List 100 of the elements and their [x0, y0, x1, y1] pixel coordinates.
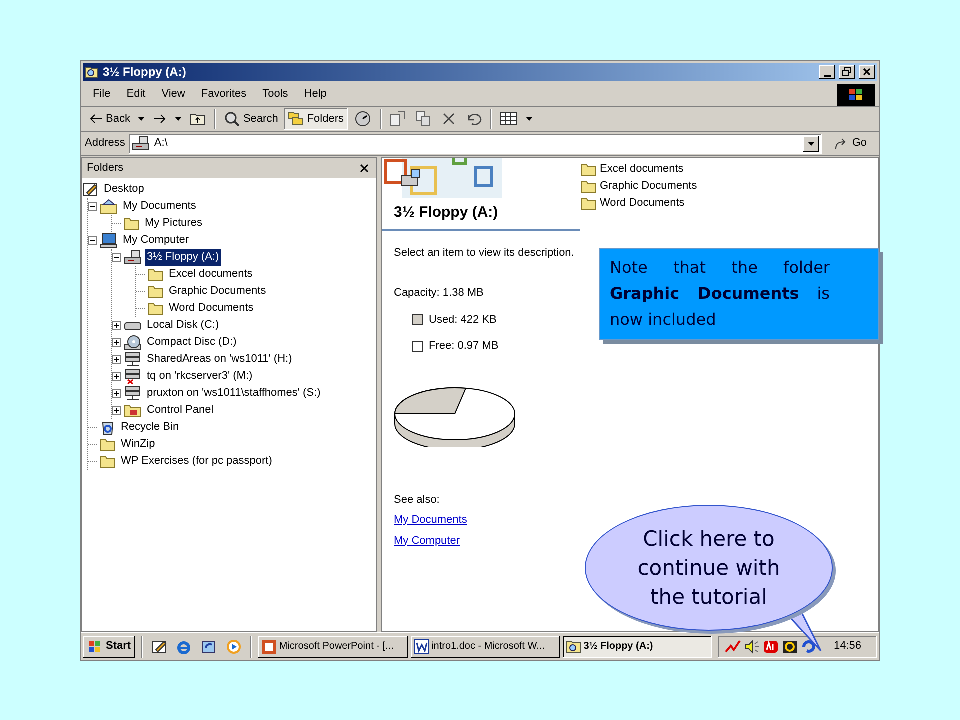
legend-label: Used: 422 KB: [429, 312, 497, 328]
go-button[interactable]: Go: [826, 134, 875, 154]
show-desktop-icon: [152, 638, 168, 654]
delete-icon: [442, 112, 456, 126]
collapse-toggle[interactable]: [88, 202, 97, 211]
restore-icon: [841, 66, 853, 78]
menu-item[interactable]: Edit: [118, 86, 154, 103]
network-drive-icon: [124, 386, 142, 402]
expand-toggle[interactable]: [112, 389, 121, 398]
address-field[interactable]: A:\: [129, 134, 822, 154]
caret-icon: [175, 117, 182, 121]
collapse-toggle[interactable]: [112, 253, 121, 262]
close-button[interactable]: [859, 65, 875, 79]
folder-icon: [124, 216, 140, 230]
link[interactable]: My Computer: [394, 534, 460, 546]
search-icon: [224, 111, 240, 127]
window-title: 3½ Floppy (A:): [103, 64, 186, 81]
expand-toggle[interactable]: [112, 321, 121, 330]
menu-item[interactable]: Tools: [254, 86, 296, 103]
folder-icon: [566, 638, 582, 654]
see-also-label: See also:: [393, 492, 441, 508]
tree-item[interactable]: Local Disk (C:): [145, 317, 222, 334]
caret-icon: [808, 142, 815, 146]
capacity-text: Capacity: 1.38 MB: [393, 286, 485, 301]
browser-icon: [176, 638, 192, 654]
clock: 14:56: [834, 639, 863, 654]
taskbar-button[interactable]: intro1.doc - Microsoft W...: [410, 636, 560, 658]
back-arrow-icon: [89, 114, 103, 124]
taskbar-button[interactable]: Microsoft PowerPoint - [...: [258, 636, 408, 658]
expand-toggle[interactable]: [112, 338, 121, 347]
folder-icon: [581, 196, 597, 210]
tree-item[interactable]: My Pictures: [143, 215, 204, 232]
menu-item[interactable]: Favorites: [193, 86, 255, 103]
explorer-icon: [85, 65, 99, 79]
up-folder-icon: [190, 112, 206, 126]
folder-icon: [581, 162, 597, 176]
link[interactable]: My Documents: [394, 514, 468, 526]
tree-item[interactable]: pruxton on 'ws1011\staffhomes' (S:): [145, 385, 323, 402]
tree-item[interactable]: My Documents: [121, 198, 198, 215]
display-adapter-icon[interactable]: [762, 638, 779, 654]
undo-icon: [466, 112, 482, 126]
caret-icon: [526, 117, 534, 121]
expand-toggle[interactable]: [112, 372, 121, 381]
minimize-button[interactable]: [819, 65, 835, 79]
tree-item[interactable]: Compact Disc (D:): [145, 334, 239, 351]
house-folder-icon: [100, 198, 118, 214]
disconnected-drive-icon: [124, 368, 142, 384]
tree-item[interactable]: Word Documents: [167, 300, 256, 317]
tree-item[interactable]: WP Exercises (for pc passport): [119, 453, 274, 470]
floppy-drive-icon: [124, 250, 142, 266]
tree-item[interactable]: Desktop: [102, 181, 146, 198]
folders-icon: [288, 112, 304, 126]
caret-icon: [138, 117, 146, 121]
tree-item[interactable]: 3½ Floppy (A:): [145, 249, 222, 266]
tree-item[interactable]: Excel documents: [167, 266, 255, 283]
dropdown-button[interactable]: [803, 136, 820, 152]
toolbar-button[interactable]: Back: [85, 108, 134, 130]
menu-item[interactable]: Help: [296, 86, 335, 103]
expand-toggle[interactable]: [112, 406, 121, 415]
tree-item[interactable]: Graphic Documents: [167, 283, 268, 300]
collapse-toggle[interactable]: [88, 236, 97, 245]
folder-entry[interactable]: Excel documents: [581, 161, 698, 178]
toolbar-button[interactable]: Folders: [284, 108, 348, 130]
legend-label: Free: 0.97 MB: [429, 339, 499, 354]
tree-item[interactable]: WinZip: [119, 436, 158, 453]
pane-title: Folders: [87, 160, 124, 176]
folder-entry[interactable]: Graphic Documents: [581, 178, 698, 195]
menu-item[interactable]: View: [154, 86, 194, 103]
tree-item[interactable]: Recycle Bin: [119, 419, 182, 436]
folder-icon: [581, 180, 597, 194]
network-drive-icon: [124, 352, 142, 368]
taskbar-button[interactable]: 3½ Floppy (A:): [562, 636, 712, 658]
grid-view-icon: [500, 112, 518, 126]
speaker-icon[interactable]: [744, 638, 760, 654]
expand-toggle[interactable]: [112, 355, 121, 364]
cd-drive-icon: [124, 334, 142, 350]
tree-item[interactable]: tq on 'rkcserver3' (M:): [145, 368, 255, 385]
clock-icon: [354, 111, 372, 127]
drive-title: 3½ Floppy (A:): [382, 202, 580, 230]
tree-item[interactable]: Control Panel: [145, 402, 216, 419]
restore-button[interactable]: [839, 65, 855, 79]
folder-entry[interactable]: Word Documents: [581, 195, 698, 212]
wireless-icon[interactable]: [782, 638, 798, 654]
folder-icon: [100, 438, 116, 452]
recycle-bin-icon: [100, 420, 116, 436]
channel-icon: [201, 638, 217, 654]
toolbar-button[interactable]: Search: [220, 108, 282, 130]
document-icon: [414, 638, 430, 654]
description-text: Select an item to view its description.: [393, 246, 576, 260]
control-panel-icon: [124, 404, 142, 418]
flag-logo-icon: [837, 84, 875, 106]
menu-item[interactable]: File: [85, 86, 119, 103]
slide-icon: [261, 638, 278, 654]
start-button[interactable]: Start: [83, 636, 136, 658]
tree-item[interactable]: SharedAreas on 'ws1011' (H:): [145, 351, 294, 368]
close-icon: [861, 66, 873, 78]
folder-icon: [148, 284, 164, 298]
curved-arrow-icon: [834, 138, 848, 150]
tree-item[interactable]: My Computer: [121, 232, 192, 249]
move-to-icon: [390, 111, 406, 127]
